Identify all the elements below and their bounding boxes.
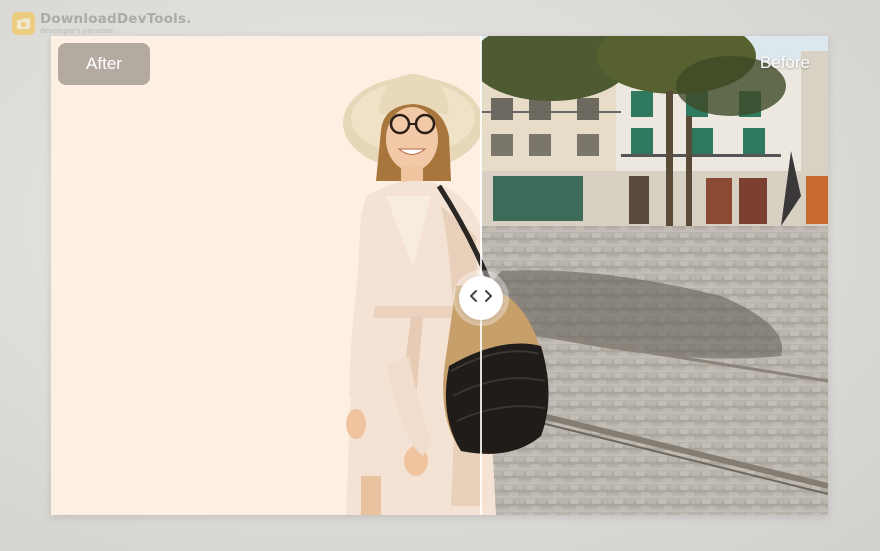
folder-logo-icon bbox=[12, 12, 35, 35]
watermark-title: DownloadDevTools. bbox=[40, 11, 192, 27]
before-pane bbox=[481, 36, 828, 515]
chevron-left-right-icon bbox=[468, 289, 494, 308]
before-label: Before bbox=[759, 53, 810, 72]
street-photo bbox=[481, 36, 828, 515]
after-pane bbox=[51, 36, 481, 515]
compare-slider-handle[interactable] bbox=[459, 276, 503, 320]
after-label: After bbox=[58, 43, 150, 85]
before-after-comparison[interactable]: After Before bbox=[51, 36, 828, 515]
watermark-subtitle: developer's paradise bbox=[40, 27, 114, 35]
watermark: DownloadDevTools. developer's paradise bbox=[12, 12, 192, 35]
